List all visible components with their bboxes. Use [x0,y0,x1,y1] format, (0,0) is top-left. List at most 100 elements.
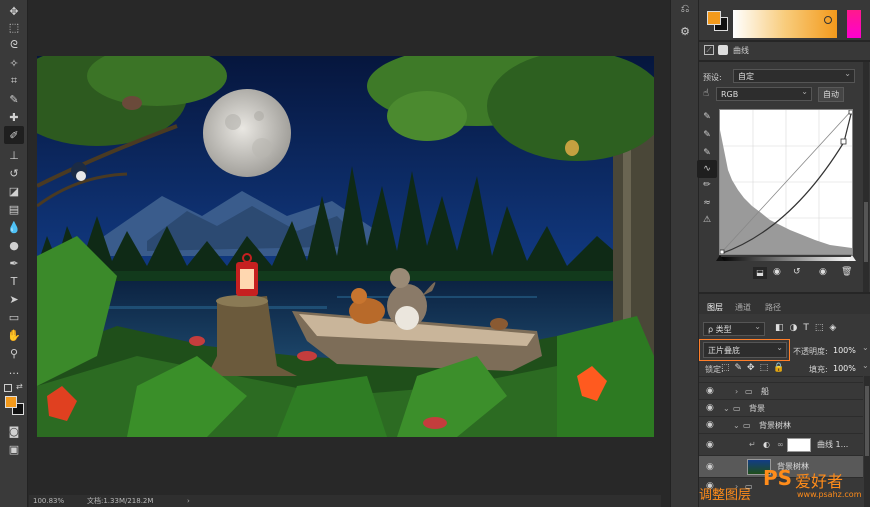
gradient-tool-icon[interactable]: ▤ [4,200,24,218]
dodge-tool-icon[interactable]: ● [4,236,24,254]
collapsed-panels-strip: ⎌ ⚙ [670,0,698,507]
hue-slider[interactable] [847,10,861,38]
watermark-site-cn: 爱好者 [795,472,844,491]
curves-icon: ⟋ [704,45,714,55]
layer-row[interactable]: ◉ ⌄ ▭ 背景树林 [699,416,863,433]
expand-arrow-icon[interactable]: ⌄ [723,400,730,417]
history-brush-tool-icon[interactable]: ↺ [4,164,24,182]
eraser-tool-icon[interactable]: ◪ [4,182,24,200]
eye-icon[interactable]: ◉ [706,383,714,400]
preset-select[interactable]: 自定 [733,67,855,83]
eye-icon[interactable]: ◉ [706,434,714,456]
clone-stamp-tool-icon[interactable]: ⊥ [4,146,24,164]
scene-image [37,56,654,437]
screen-mode-icon[interactable]: ▣ [4,440,24,458]
smooth-curve-icon[interactable]: ≈ [697,194,717,212]
path-selection-tool-icon[interactable]: ➤ [4,290,24,308]
layer-name: 曲线 1... [817,440,849,449]
default-colors-icon[interactable] [4,384,12,392]
brush-settings-icon[interactable]: ⚙ [675,22,695,40]
white-input-slider[interactable] [848,255,856,261]
folder-icon: ▭ [745,387,753,396]
eyedropper-tool-icon[interactable]: ✎ [4,90,24,108]
link-icon: ∞ [777,440,784,449]
layer-filter-select[interactable]: ρ 类型 [703,320,765,336]
folder-icon: ▭ [743,421,751,430]
opacity-dropdown-icon[interactable]: ⌄ [862,343,869,352]
opacity-value[interactable]: 100% [833,346,856,355]
curves-graph[interactable] [719,109,854,255]
color-panel [699,0,870,40]
crop-tool-icon[interactable]: ⌗ [4,72,24,90]
type-tool-icon[interactable]: T [4,272,24,290]
layer-row[interactable]: ◉ ⌄ ▭ 背景 [699,399,863,416]
fill-dropdown-icon[interactable]: ⌄ [862,361,869,370]
black-point-eyedropper-icon[interactable]: ✎ [697,108,717,126]
delete-adjustment-icon[interactable]: 🗑 [841,267,852,277]
history-panel-icon[interactable]: ⎌ [675,0,695,18]
tab-paths[interactable]: 路径 [765,302,781,313]
expand-arrow-icon[interactable]: › [735,383,738,400]
layer-row[interactable]: ◉ › ▭ 船 [699,382,863,399]
lock-icons[interactable]: ⬚✎✥⬚🔒 [721,363,789,373]
auto-button[interactable]: 自动 [818,87,844,102]
black-input-slider[interactable] [716,255,724,261]
clipping-warning-icon[interactable]: ⚠ [697,211,717,229]
panel-foreground-swatch[interactable] [707,11,721,25]
magic-wand-tool-icon[interactable]: ✧ [4,54,24,72]
quick-mask-icon[interactable]: ◙ [4,422,24,440]
layer-mask-thumbnail[interactable] [787,438,811,452]
layer-name: 船 [761,387,769,396]
visibility-toggle-icon[interactable]: ◉ [819,267,827,277]
swap-colors-icon[interactable]: ⇄ [16,382,23,391]
foreground-color-swatch[interactable] [5,396,17,408]
view-previous-icon[interactable]: ◉ [773,267,781,277]
blur-tool-icon[interactable]: 💧 [4,218,24,236]
layers-tab-bar: 图层 通道 路径 [699,294,870,314]
tab-layers[interactable]: 图层 [707,302,723,313]
properties-scrollbar[interactable] [863,62,869,292]
expand-arrow-icon[interactable]: ⌄ [733,417,740,434]
layer-row[interactable]: ◉ ↵ ◐ ∞ 曲线 1... [699,433,863,455]
status-bar: 100.83% 文档:1.33M/218.2M › [29,495,661,507]
status-menu-arrow[interactable]: › [187,495,190,507]
healing-brush-tool-icon[interactable]: ✚ [4,108,24,126]
more-tools-icon[interactable]: ··· [4,364,24,382]
pencil-curve-tool-icon[interactable]: ✏ [697,176,717,194]
channel-select[interactable]: RGB [716,85,812,101]
rectangle-tool-icon[interactable]: ▭ [4,308,24,326]
layer-name: 背景树林 [759,421,791,430]
tab-channels[interactable]: 通道 [735,302,751,313]
brush-tool-icon[interactable]: ✐ [4,126,24,144]
filter-icons: ◧◑T⬚◈ [775,323,843,333]
watermark-url: www.psahz.com [797,490,862,499]
layer-name: 背景 [749,404,765,413]
color-ramp[interactable] [733,10,837,38]
hand-tool-icon[interactable]: ✋ [4,326,24,344]
zoom-tool-icon[interactable]: ⚲ [4,344,24,362]
clip-to-layer-icon[interactable]: ⬓ [753,267,767,279]
gray-point-eyedropper-icon[interactable]: ✎ [697,126,717,144]
eye-icon[interactable]: ◉ [706,400,714,417]
adjustment-layer-icon: ◐ [763,440,770,449]
zoom-level[interactable]: 100.83% [33,495,64,507]
color-picker-marker[interactable] [824,16,832,24]
document-info: 文档:1.33M/218.2M [87,497,154,505]
watermark-ps: PS [763,466,793,490]
adjustment-name: 曲线 [733,46,749,55]
watermark-caption: 调整图层 [699,488,752,503]
document-canvas[interactable] [37,56,654,437]
tools-panel: ✥ ⬚ ᘓ ✧ ⌗ ✎ ✚ ✐ ⊥ ↺ ◪ ▤ 💧 ● ✒ T ➤ ▭ ✋ ⚲ … [0,0,28,507]
fill-value[interactable]: 100% [833,364,856,373]
curves-graph-svg [719,109,854,255]
hand-adjust-icon[interactable]: ☝ [703,88,709,99]
mask-icon [718,45,728,55]
reset-icon[interactable]: ↺ [793,267,801,277]
eye-icon[interactable]: ◉ [706,417,714,434]
marquee-tool-icon[interactable]: ⬚ [4,18,24,36]
document-workspace [29,0,661,507]
pen-tool-icon[interactable]: ✒ [4,254,24,272]
lasso-tool-icon[interactable]: ᘓ [4,36,24,54]
opacity-label: 不透明度: [793,347,828,356]
input-gradient-bar [719,257,853,261]
